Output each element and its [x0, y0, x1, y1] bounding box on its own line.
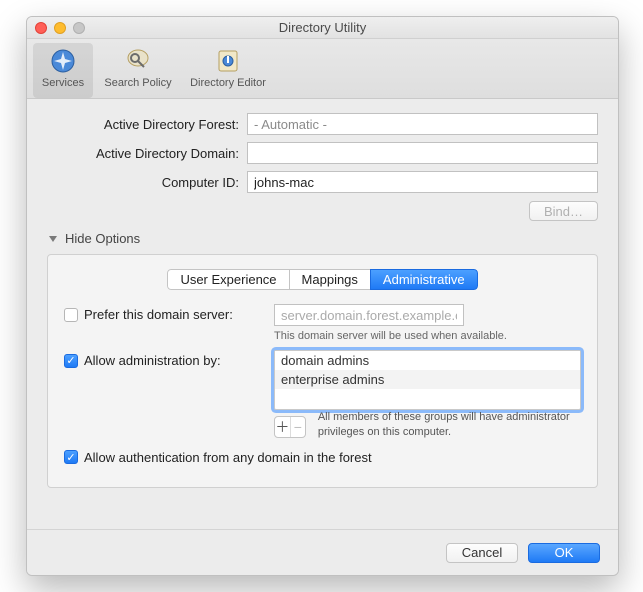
- search-policy-icon: [124, 47, 152, 75]
- toolbar: Services Search Policy Directory Edito: [27, 39, 618, 99]
- admin-groups-hint: All members of these groups will have ad…: [318, 410, 581, 440]
- footer: Cancel OK: [27, 529, 618, 575]
- domain-label: Active Directory Domain:: [47, 146, 247, 161]
- zoom-icon: [73, 22, 85, 34]
- domain-field[interactable]: [247, 142, 598, 164]
- traffic-lights: [35, 22, 85, 34]
- directory-editor-icon: [214, 47, 242, 75]
- admin-groups-list[interactable]: domain admins enterprise admins: [274, 350, 581, 410]
- add-remove-buttons: ＋ −: [274, 416, 306, 438]
- list-item[interactable]: [275, 389, 580, 393]
- disclosure-toggle[interactable]: Hide Options: [49, 231, 598, 246]
- computer-id-field[interactable]: [247, 171, 598, 193]
- toolbar-label: Services: [42, 77, 84, 89]
- forest-label: Active Directory Forest:: [47, 117, 247, 132]
- minimize-icon[interactable]: [54, 22, 66, 34]
- remove-button: −: [290, 417, 305, 437]
- tab-user-experience[interactable]: User Experience: [167, 269, 289, 290]
- close-icon[interactable]: [35, 22, 47, 34]
- window-title: Directory Utility: [279, 20, 366, 35]
- toolbar-item-directory-editor[interactable]: Directory Editor: [183, 43, 273, 98]
- prefer-domain-hint: This domain server will be used when ava…: [274, 330, 581, 342]
- prefer-domain-label: Prefer this domain server:: [84, 307, 233, 322]
- toolbar-label: Search Policy: [104, 77, 171, 89]
- computer-id-label: Computer ID:: [47, 175, 247, 190]
- titlebar: Directory Utility: [27, 17, 618, 39]
- list-item[interactable]: enterprise admins: [275, 370, 580, 389]
- prefer-domain-field[interactable]: [274, 304, 464, 326]
- tabs: User Experience Mappings Administrative: [167, 269, 477, 290]
- prefer-domain-checkbox[interactable]: [64, 308, 78, 322]
- content: Active Directory Forest: Active Director…: [27, 99, 618, 502]
- tab-administrative[interactable]: Administrative: [370, 269, 478, 290]
- allow-admin-checkbox[interactable]: ✓: [64, 354, 78, 368]
- cancel-button[interactable]: Cancel: [446, 543, 518, 563]
- list-item[interactable]: domain admins: [275, 351, 580, 370]
- forest-field[interactable]: [247, 113, 598, 135]
- allow-auth-label: Allow authentication from any domain in …: [84, 450, 372, 465]
- allow-auth-checkbox[interactable]: ✓: [64, 450, 78, 464]
- disclosure-label: Hide Options: [65, 231, 140, 246]
- window: Directory Utility Services Search Policy: [26, 16, 619, 576]
- bind-button: Bind…: [529, 201, 598, 221]
- chevron-down-icon: [49, 236, 57, 242]
- allow-admin-label: Allow administration by:: [84, 353, 221, 368]
- toolbar-item-services[interactable]: Services: [33, 43, 93, 98]
- ok-button[interactable]: OK: [528, 543, 600, 563]
- options-panel: User Experience Mappings Administrative …: [47, 254, 598, 488]
- tab-mappings[interactable]: Mappings: [289, 269, 371, 290]
- services-icon: [49, 47, 77, 75]
- toolbar-label: Directory Editor: [190, 77, 266, 89]
- toolbar-item-search-policy[interactable]: Search Policy: [93, 43, 183, 98]
- add-button[interactable]: ＋: [275, 417, 290, 437]
